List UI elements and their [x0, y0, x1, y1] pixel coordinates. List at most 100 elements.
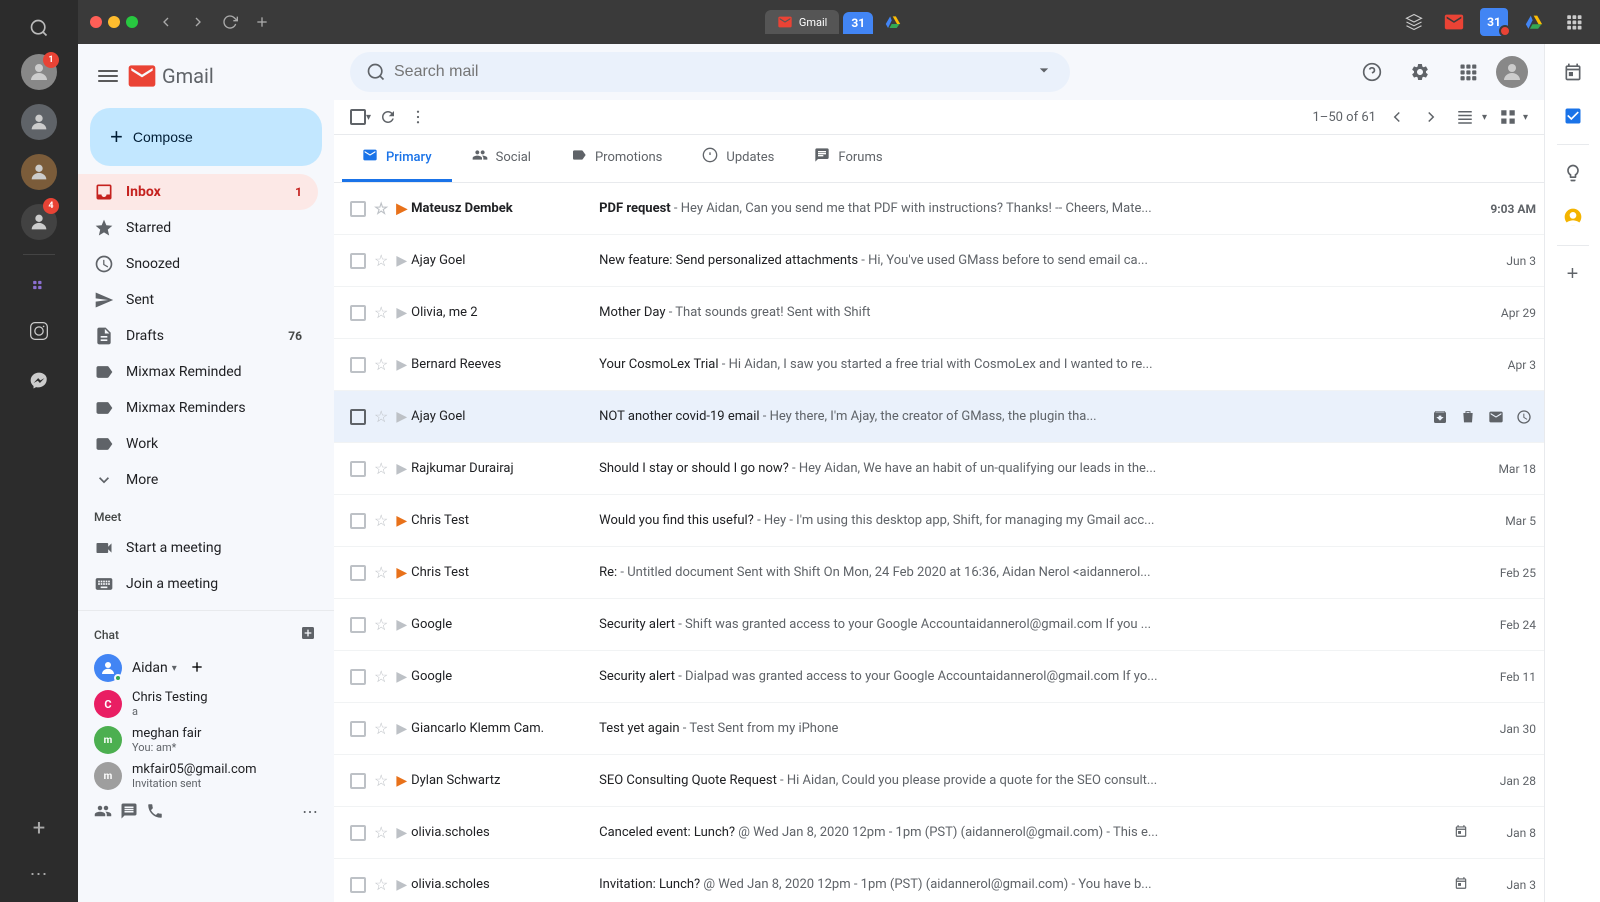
back-button[interactable] [154, 10, 178, 34]
chat-more-dots[interactable]: ⋯ [302, 802, 318, 823]
email-checkbox[interactable] [350, 253, 366, 269]
email-checkbox[interactable] [350, 201, 366, 217]
compose-button[interactable]: + Compose [90, 108, 322, 166]
email-checkbox[interactable] [350, 617, 366, 633]
dock-search[interactable] [19, 8, 59, 48]
dock-more-dots[interactable]: ⋯ [19, 854, 59, 894]
grid-apps-icon[interactable] [1560, 8, 1588, 36]
gmail-icon-titlebar[interactable] [1440, 8, 1468, 36]
settings-button[interactable] [1400, 52, 1440, 92]
new-tab-button[interactable] [250, 10, 274, 34]
email-checkbox[interactable] [350, 825, 366, 841]
dock-add[interactable]: + [19, 808, 59, 848]
email-row[interactable]: ☆ ▶ Dylan Schwartz SEO Consulting Quote … [334, 755, 1544, 807]
email-row[interactable]: ☆ ▶ Ajay Goel NOT another covid-19 email… [334, 391, 1544, 443]
tab-primary[interactable]: Primary [342, 135, 452, 182]
tab-updates[interactable]: Updates [682, 135, 794, 182]
dock-avatar-3[interactable] [21, 154, 57, 190]
chat-user-chris[interactable]: C Chris Testing a [78, 686, 334, 722]
gmail-tab[interactable]: Gmail [765, 10, 839, 34]
email-row[interactable]: ☆ ▶ Olivia, me 2 Mother Day - That sound… [334, 287, 1544, 339]
email-row[interactable]: ☆ ▶ Ajay Goel New feature: Send personal… [334, 235, 1544, 287]
nav-drafts[interactable]: Drafts 76 [78, 318, 318, 354]
email-row[interactable]: ☆ ▶ Google Security alert - Dialpad was … [334, 651, 1544, 703]
star-icon[interactable]: ☆ [374, 511, 388, 530]
email-row[interactable]: ☆ ▶ Rajkumar Durairaj Should I stay or s… [334, 443, 1544, 495]
layers-icon[interactable] [1400, 8, 1428, 36]
right-icon-calendar[interactable] [1553, 52, 1593, 92]
right-icon-tasks[interactable] [1553, 96, 1593, 136]
mark-unread-button[interactable] [1484, 405, 1508, 429]
nav-inbox[interactable]: Inbox 1 [78, 174, 318, 210]
email-checkbox[interactable] [350, 773, 366, 789]
close-button[interactable] [90, 16, 102, 28]
search-icon[interactable] [366, 62, 386, 82]
hamburger-menu-button[interactable] [94, 62, 122, 90]
search-dropdown-icon[interactable] [1034, 60, 1054, 84]
calendar-tab[interactable]: 31 [843, 12, 873, 34]
density-view-button[interactable] [1495, 104, 1521, 130]
nav-sent[interactable]: Sent [78, 282, 318, 318]
email-checkbox[interactable] [350, 669, 366, 685]
density-dropdown-icon[interactable]: ▾ [1523, 112, 1528, 123]
drive-tab[interactable] [877, 10, 909, 34]
email-checkbox[interactable] [350, 721, 366, 737]
select-dropdown-icon[interactable]: ▾ [366, 112, 371, 123]
email-row[interactable]: ☆ ▶ Giancarlo Klemm Cam. Test yet again … [334, 703, 1544, 755]
email-checkbox[interactable] [350, 877, 366, 893]
star-icon[interactable]: ☆ [374, 875, 388, 894]
tab-forums[interactable]: Forums [794, 135, 902, 182]
user-avatar[interactable] [1496, 56, 1528, 88]
delete-button[interactable] [1456, 405, 1480, 429]
dock-slack[interactable] [19, 265, 59, 305]
reload-button[interactable] [218, 10, 242, 34]
chat-bubble-button[interactable] [120, 802, 138, 823]
forward-button[interactable] [186, 10, 210, 34]
select-all-checkbox[interactable] [350, 109, 366, 125]
dock-avatar-2[interactable] [21, 104, 57, 140]
chat-user-meghan[interactable]: m meghan fair You: am* [78, 722, 334, 758]
star-icon[interactable]: ☆ [374, 459, 388, 478]
chat-phone-button[interactable] [146, 802, 164, 823]
start-meeting-item[interactable]: Start a meeting [78, 530, 318, 566]
calendar-icon-titlebar[interactable]: 31 [1480, 8, 1508, 36]
star-icon[interactable]: ☆ [374, 303, 388, 322]
view-dropdown-icon[interactable]: ▾ [1482, 112, 1487, 123]
chat-people-button[interactable] [94, 802, 112, 823]
email-row[interactable]: ☆ ▶ olivia.scholes Canceled event: Lunch… [334, 807, 1544, 859]
email-checkbox[interactable] [350, 461, 366, 477]
minimize-button[interactable] [108, 16, 120, 28]
star-icon[interactable]: ☆ [374, 199, 388, 218]
star-icon[interactable]: ☆ [374, 615, 388, 634]
join-meeting-item[interactable]: Join a meeting [78, 566, 318, 602]
email-checkbox[interactable] [350, 565, 366, 581]
search-input[interactable] [394, 63, 1026, 81]
tab-social[interactable]: Social [452, 135, 551, 182]
star-icon[interactable]: ☆ [374, 355, 388, 374]
star-icon[interactable]: ☆ [374, 563, 388, 582]
star-icon[interactable]: ☆ [374, 771, 388, 790]
nav-work[interactable]: Work [78, 426, 318, 462]
dock-messenger[interactable] [19, 361, 59, 401]
email-checkbox[interactable] [350, 409, 366, 425]
right-icon-contacts[interactable] [1553, 197, 1593, 237]
nav-snoozed[interactable]: Snoozed [78, 246, 318, 282]
aidan-chat-row[interactable]: Aidan ▾ [78, 650, 334, 686]
tab-promotions[interactable]: Promotions [551, 135, 682, 182]
help-button[interactable] [1352, 52, 1392, 92]
email-row[interactable]: ☆ ▶ Google Security alert - Shift was gr… [334, 599, 1544, 651]
email-row[interactable]: ☆ ▶ Chris Test Would you find this usefu… [334, 495, 1544, 547]
page-next-button[interactable] [1418, 104, 1444, 130]
page-prev-button[interactable] [1384, 104, 1410, 130]
nav-mixmax-reminders[interactable]: Mixmax Reminders [78, 390, 318, 426]
star-icon[interactable]: ☆ [374, 667, 388, 686]
email-checkbox[interactable] [350, 357, 366, 373]
nav-mixmax-reminded[interactable]: Mixmax Reminded [78, 354, 318, 390]
nav-starred[interactable]: Starred [78, 210, 318, 246]
snooze-button[interactable] [1512, 405, 1536, 429]
dock-instagram[interactable] [19, 311, 59, 351]
more-options-button[interactable] [405, 104, 431, 130]
star-icon[interactable]: ☆ [374, 407, 388, 426]
email-checkbox[interactable] [350, 513, 366, 529]
fullscreen-button[interactable] [126, 16, 138, 28]
